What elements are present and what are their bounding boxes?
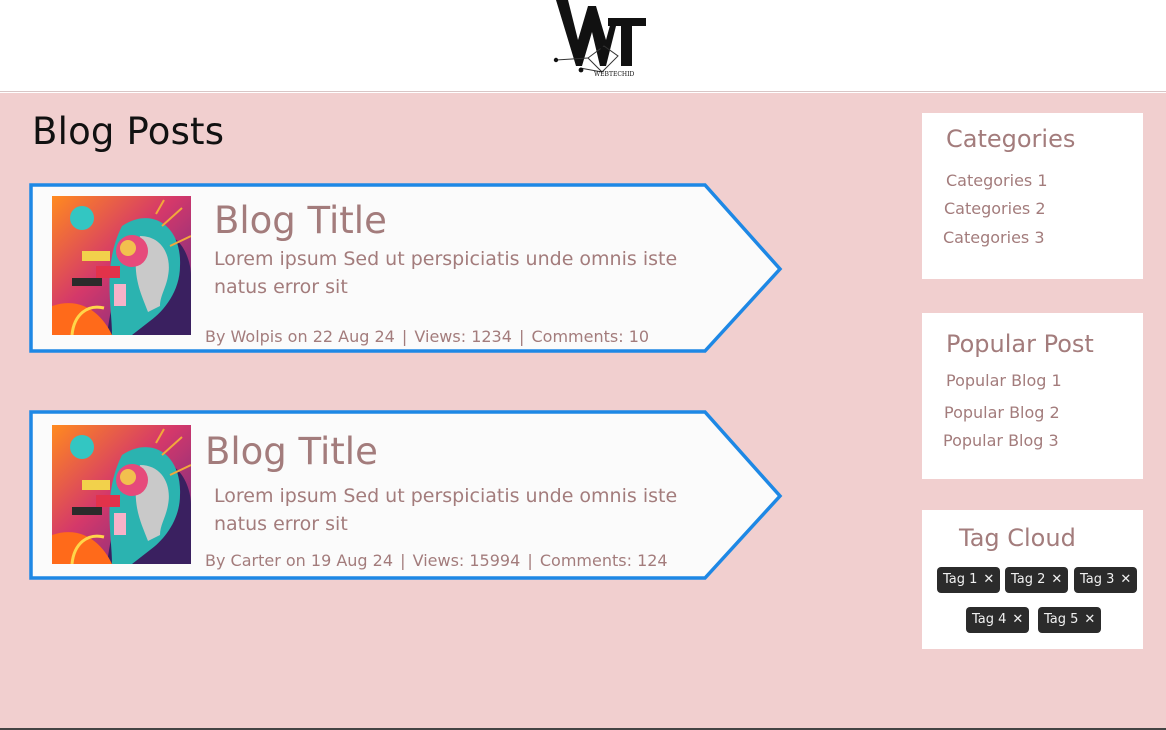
popular-post-widget: Popular Post Popular Blog 1 Popular Blog… xyxy=(922,313,1143,479)
site-header: WEBTECHID xyxy=(0,0,1166,92)
widget-title: Categories xyxy=(946,125,1076,153)
widget-title: Tag Cloud xyxy=(959,524,1076,552)
close-icon[interactable]: ✕ xyxy=(1051,572,1062,587)
post-views: Views: 15994 xyxy=(412,551,521,570)
site-logo[interactable]: WEBTECHID xyxy=(548,0,652,84)
tag-chip[interactable]: Tag 4 ✕ xyxy=(966,607,1030,633)
tag-label: Tag 2 xyxy=(1011,572,1046,587)
widget-title: Popular Post xyxy=(946,330,1094,358)
tag-chip[interactable]: Tag 1 ✕ xyxy=(937,567,1001,593)
category-link[interactable]: Categories 2 xyxy=(944,199,1046,218)
post-comments[interactable]: Comments: 124 xyxy=(540,551,668,570)
post-thumbnail[interactable] xyxy=(52,425,191,564)
popular-post-link[interactable]: Popular Blog 2 xyxy=(944,403,1060,422)
category-link[interactable]: Categories 1 xyxy=(946,171,1048,190)
meta-separator: | xyxy=(519,327,525,346)
wt-logo-icon: WEBTECHID xyxy=(553,0,646,78)
tag-chip[interactable]: Tag 2 ✕ xyxy=(1005,567,1069,593)
logo-subtext: WEBTECHID xyxy=(594,71,635,78)
post-thumbnail[interactable] xyxy=(52,196,191,335)
close-icon[interactable]: ✕ xyxy=(1120,572,1131,587)
popular-post-link[interactable]: Popular Blog 1 xyxy=(946,371,1062,390)
tag-chip[interactable]: Tag 5 ✕ xyxy=(1038,607,1102,633)
post-author-date[interactable]: By Carter on 19 Aug 24 xyxy=(205,551,393,570)
ai-head-artwork-icon xyxy=(52,425,191,564)
categories-widget: Categories Categories 1 Categories 2 Cat… xyxy=(922,113,1143,279)
meta-separator: | xyxy=(401,327,408,346)
tag-label: Tag 5 xyxy=(1044,612,1079,627)
post-comments[interactable]: Comments: 10 xyxy=(531,327,649,346)
post-meta: By Carter on 19 Aug 24 | Views: 15994 | … xyxy=(205,551,668,570)
tag-label: Tag 4 xyxy=(972,612,1007,627)
tag-label: Tag 1 xyxy=(943,572,978,587)
post-meta: By Wolpis on 22 Aug 24 | Views: 1234 | C… xyxy=(205,327,649,346)
ai-head-artwork-icon xyxy=(52,196,191,335)
meta-separator: | xyxy=(527,551,533,570)
tag-cloud-widget: Tag Cloud Tag 1 ✕ Tag 2 ✕ Tag 3 ✕ Tag 4 ✕ Ta… xyxy=(922,510,1143,649)
close-icon[interactable]: ✕ xyxy=(983,572,994,587)
blog-post-card[interactable]: Blog Title Lorem ipsum Sed ut perspiciat… xyxy=(29,410,785,582)
blog-post-card[interactable]: Blog Title Lorem ipsum Sed ut perspiciat… xyxy=(29,183,785,355)
post-excerpt: Lorem ipsum Sed ut perspiciatis unde omn… xyxy=(214,485,678,535)
post-author-date[interactable]: By Wolpis on 22 Aug 24 xyxy=(205,327,395,346)
category-link[interactable]: Categories 3 xyxy=(943,228,1045,247)
tag-chip[interactable]: Tag 3 ✕ xyxy=(1074,567,1138,593)
popular-post-link[interactable]: Popular Blog 3 xyxy=(943,431,1059,450)
close-icon[interactable]: ✕ xyxy=(1084,612,1095,627)
post-title[interactable]: Blog Title xyxy=(205,430,378,473)
post-views: Views: 1234 xyxy=(414,327,512,346)
post-title[interactable]: Blog Title xyxy=(214,199,387,242)
close-icon[interactable]: ✕ xyxy=(1012,612,1023,627)
post-excerpt: Lorem ipsum Sed ut perspiciatis unde omn… xyxy=(214,248,678,298)
tag-label: Tag 3 xyxy=(1080,572,1115,587)
meta-separator: | xyxy=(400,551,406,570)
page-title: Blog Posts xyxy=(32,110,225,153)
